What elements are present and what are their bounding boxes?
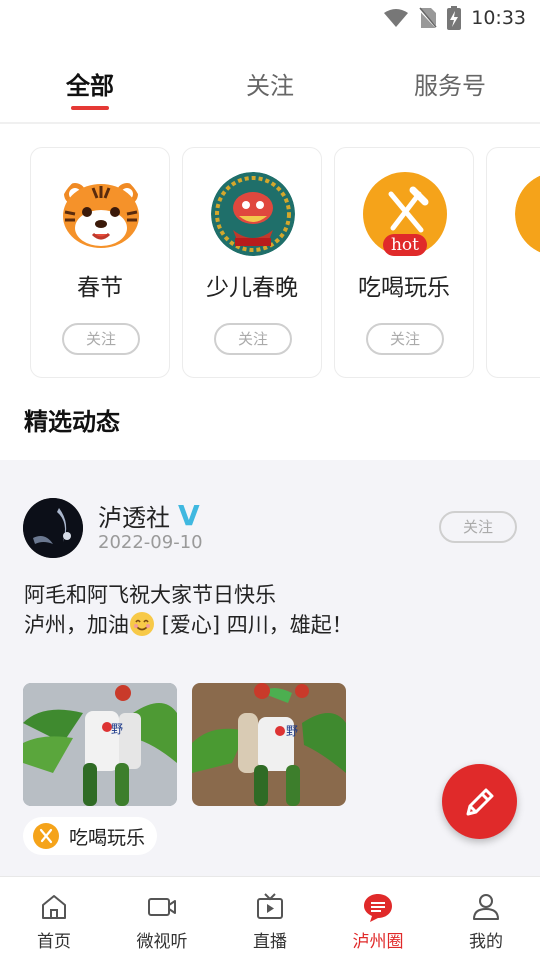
follow-button[interactable]: 关注 — [366, 323, 444, 355]
channel-name: 吃喝玩乐 — [358, 275, 450, 301]
post-date: 2022-09-10 — [98, 532, 203, 553]
utensils-icon — [33, 823, 59, 849]
section-title: 精选动态 — [24, 408, 120, 436]
post-author[interactable]: 泸透社 V — [98, 498, 200, 533]
home-icon — [42, 895, 66, 919]
nav-label: 我的 — [469, 932, 503, 952]
hot-badge: hot — [383, 234, 427, 256]
video-camera-icon — [148, 898, 176, 916]
active-tab-indicator — [71, 106, 109, 110]
status-time: 10:33 — [471, 7, 526, 29]
topic-label: 吃喝玩乐 — [69, 826, 146, 849]
svg-text:野: 野 — [286, 724, 298, 738]
channel-name: 春节 — [77, 275, 123, 301]
post-text-line: 泸州，加油 [爱心] 四川，雄起！ — [24, 610, 353, 640]
tv-play-icon — [257, 893, 283, 919]
battery-charging-icon — [447, 6, 462, 30]
post-text-segment: [爱心] 四川，雄起！ — [155, 613, 353, 637]
channel-card-kids-gala[interactable]: 少儿春晚 关注 — [182, 147, 322, 378]
topic-tag[interactable]: 吃喝玩乐 — [23, 817, 158, 855]
nav-label: 首页 — [37, 932, 71, 952]
svg-text:野: 野 — [111, 722, 123, 736]
nav-label: 微视听 — [136, 932, 188, 952]
tab-label: 全部 — [66, 72, 114, 100]
follow-button[interactable]: 关注 — [439, 511, 517, 543]
tab-all[interactable]: 全部 — [0, 56, 180, 122]
tab-label: 服务号 — [414, 72, 486, 100]
post-image[interactable]: 野 — [192, 683, 346, 806]
nav-luzhou-circle[interactable]: 泸州圈 — [324, 877, 432, 960]
status-icons: 10:33 — [383, 6, 526, 30]
bottom-nav: 首页 微视听 直播 泸州圈 我的 — [0, 876, 540, 960]
channel-name: 少儿春晚 — [206, 275, 298, 301]
post-text-line: 阿毛和阿飞祝大家节日快乐 — [24, 583, 276, 607]
chat-bubble-icon — [364, 894, 392, 922]
lion-dance-icon — [211, 172, 295, 256]
smile-emoji-icon — [130, 612, 154, 636]
wifi-icon — [384, 9, 409, 27]
channel-card-food-fun[interactable]: hot 吃喝玩乐 关注 — [334, 147, 474, 378]
hot-badge-label: hot — [390, 235, 419, 255]
follow-button[interactable]: 关注 — [62, 323, 140, 355]
top-tabs: 全部 关注 服务号 — [0, 56, 540, 122]
author-name: 泸透社 — [98, 504, 170, 532]
channel-card-spring-festival[interactable]: 春节 关注 — [30, 147, 170, 378]
nav-video[interactable]: 微视听 — [108, 877, 216, 960]
nav-profile[interactable]: 我的 — [432, 877, 540, 960]
tab-label: 关注 — [246, 72, 294, 100]
feed: 泸透社 V 2022-09-10 关注 阿毛和阿飞祝大家节日快乐 泸州，加油 [… — [0, 460, 540, 876]
nav-label: 泸州圈 — [352, 932, 404, 952]
tab-following[interactable]: 关注 — [180, 56, 360, 122]
nav-label: 直播 — [253, 932, 287, 952]
tiger-icon — [59, 172, 143, 256]
divider — [0, 122, 540, 124]
channel-card-partial[interactable]: 我 — [486, 147, 540, 378]
pencil-icon — [466, 788, 493, 815]
verified-icon: V — [178, 498, 200, 532]
tab-service-accounts[interactable]: 服务号 — [360, 56, 540, 122]
nav-home[interactable]: 首页 — [0, 877, 108, 960]
nav-live[interactable]: 直播 — [216, 877, 324, 960]
channel-carousel[interactable]: 春节 关注 少儿春晚 关注 hot 吃喝玩乐 关注 — [30, 147, 540, 379]
follow-button[interactable]: 关注 — [214, 323, 292, 355]
channel-icon — [515, 172, 540, 256]
post-text-segment: 泸州，加油 — [24, 613, 129, 637]
no-sim-icon — [419, 7, 438, 29]
post-image[interactable]: 野 — [23, 683, 177, 806]
compose-button[interactable] — [442, 764, 517, 839]
channel-name: 我 — [487, 268, 540, 302]
status-bar: 10:33 — [0, 0, 540, 38]
post-text: 阿毛和阿飞祝大家节日快乐 泸州，加油 [爱心] 四川，雄起！ — [24, 580, 353, 640]
user-icon — [473, 894, 499, 920]
author-avatar[interactable] — [23, 498, 83, 558]
